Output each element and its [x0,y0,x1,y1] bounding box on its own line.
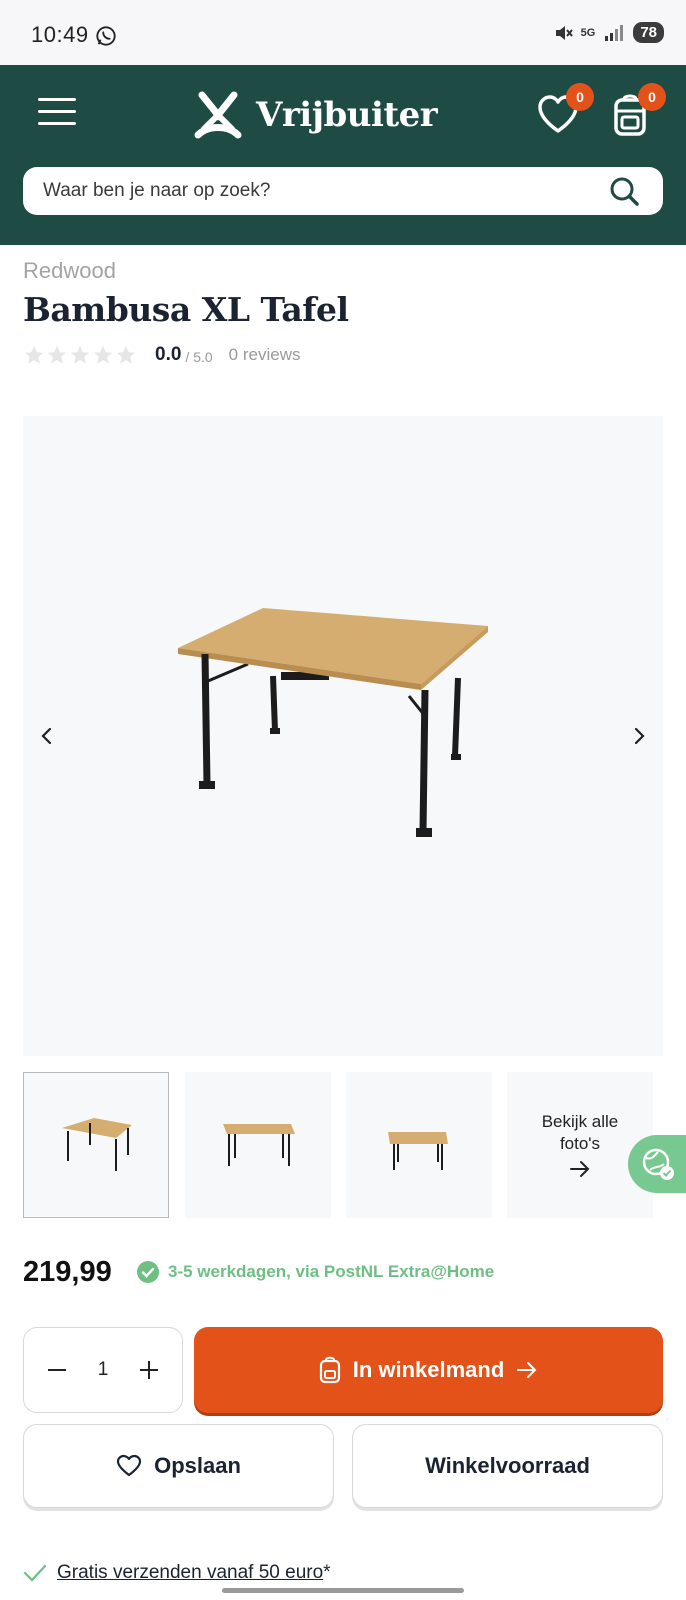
thumbnail-strip: Bekijk alle foto's [23,1072,663,1218]
search-bar [23,167,663,215]
rating-max: / 5.0 [185,349,213,365]
globe-check-icon [642,1148,674,1180]
star-icon [93,345,113,364]
site-header: Vrijbuiter 0 0 [0,65,686,245]
delivery-text: 3-5 werkdagen, via PostNL Extra@Home [168,1262,495,1281]
chevron-right-icon[interactable] [625,722,653,750]
mute-icon [555,25,573,40]
view-all-label-line1: Bekijk alle [541,1112,619,1131]
free-shipping-asterisk: * [323,1562,331,1583]
product-price: 219,99 [23,1256,112,1288]
accessibility-help-button[interactable] [628,1135,686,1193]
chevron-left-icon[interactable] [33,722,61,750]
arrow-right-icon [517,1362,537,1378]
store-stock-label: Winkelvoorraad [425,1453,590,1478]
status-bar: 10:49 5G 78 [0,0,686,65]
hamburger-menu-icon[interactable] [38,98,78,130]
home-indicator[interactable] [222,1588,464,1593]
free-shipping-link[interactable]: Gratis verzenden vanaf 50 euro [57,1562,323,1583]
rating-score: 0.0 [155,344,182,365]
product-image-table [178,608,488,837]
cart-count-badge: 0 [638,83,666,111]
network-label: 5G [580,26,596,39]
rating-stars [23,344,137,366]
star-icon [47,345,67,364]
logo[interactable]: Vrijbuiter [194,91,438,139]
battery-indicator: 78 [633,22,664,43]
product-rating: 0.0 / 5.0 0 reviews [23,344,300,366]
minus-icon[interactable] [44,1357,70,1383]
star-icon [116,345,136,364]
thumbnail-2[interactable] [185,1072,331,1218]
add-to-cart-button[interactable]: In winkelmand [194,1327,663,1413]
logo-mark-icon [194,91,242,139]
backpack-icon [319,1356,340,1384]
add-to-cart-label: In winkelmand [352,1357,505,1382]
product-title: Bambusa XL Tafel [23,290,349,329]
search-icon[interactable] [609,176,639,206]
delivery-info: 3-5 werkdagen, via PostNL Extra@Home [136,1260,494,1284]
product-image-gallery[interactable] [23,416,663,1056]
quantity-stepper: 1 [23,1327,183,1413]
plus-icon[interactable] [136,1357,162,1383]
logo-text: Vrijbuiter [256,95,438,135]
wishlist-count-badge: 0 [566,83,594,111]
product-brand[interactable]: Redwood [23,258,116,284]
reviews-link[interactable]: 0 reviews [229,345,301,365]
save-label: Opslaan [154,1453,241,1478]
checkmark-icon [23,1564,47,1582]
view-all-label-line2: foto's [559,1134,601,1153]
free-shipping-notice: Gratis verzenden vanaf 50 euro* [23,1562,331,1584]
store-stock-button[interactable]: Winkelvoorraad [352,1424,663,1508]
thumbnail-1[interactable] [23,1072,169,1218]
save-button[interactable]: Opslaan [23,1424,334,1508]
cart-button[interactable]: 0 [612,83,666,137]
check-circle-icon [137,1261,159,1283]
arrow-right-icon [570,1161,590,1177]
quantity-value[interactable]: 1 [88,1359,118,1381]
whatsapp-icon [96,26,116,46]
signal-icon [605,24,624,41]
status-icons: 5G 78 [553,22,664,43]
thumbnail-table-image [223,1124,295,1166]
thumbnail-3[interactable] [346,1072,492,1218]
star-icon [24,345,44,364]
view-all-photos-button[interactable]: Bekijk alle foto's [507,1072,653,1218]
heart-icon [116,1454,142,1477]
wishlist-button[interactable]: 0 [536,83,594,137]
star-icon [70,345,90,364]
search-input[interactable] [43,167,603,215]
thumbnail-table-image [62,1118,132,1171]
status-time: 10:49 [31,22,89,47]
thumbnail-table-image [388,1132,448,1170]
